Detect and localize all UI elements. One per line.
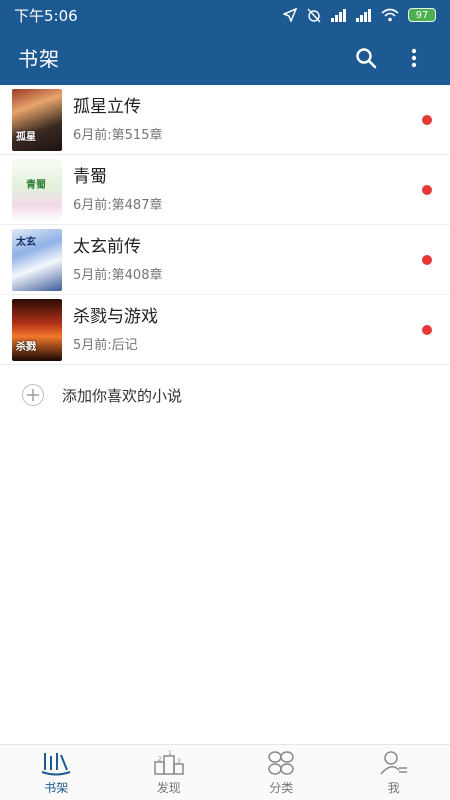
book-progress: 5月前:后记 [73,338,138,353]
status-time: 下午5:06 [14,6,78,25]
book-item[interactable]: 太玄 太玄前传 5月前:第408章 [0,225,450,295]
book-item[interactable]: 杀戮 杀戮与游戏 5月前:后记 [0,295,450,365]
app-bar: 书架 [0,30,450,85]
tab-bookshelf[interactable]: 书架 [0,745,113,800]
unread-indicator [422,185,432,195]
tab-me[interactable]: 我 [338,745,450,800]
wifi-icon [381,8,399,22]
book-list: 孤星 孤星立传 6月前:第515章 青蜀 青蜀 6月前:第487章 太玄 太玄前… [0,85,450,365]
bottom-tab-bar: 书架 1 2 3 发现 分类 我 [0,744,450,800]
unread-indicator [422,255,432,265]
book-cover-text: 杀戮 [16,341,36,353]
book-cover-text: 太玄 [16,236,36,248]
tab-category-label: 分类 [269,780,294,795]
book-info: 青蜀 6月前:第487章 [73,166,450,213]
add-book-button[interactable]: 添加你喜欢的小说 [0,365,450,425]
book-title: 太玄前传 [73,237,141,257]
tab-me-label: 我 [387,780,400,795]
profile-icon [380,750,407,774]
search-button[interactable] [348,40,384,76]
plus-circle-icon [22,384,44,406]
unread-indicator [422,115,432,125]
bookshelf-icon [41,752,71,775]
tab-discover-label: 发现 [156,780,181,795]
tab-bookshelf-label: 书架 [44,780,69,795]
book-item[interactable]: 孤星 孤星立传 6月前:第515章 [0,85,450,155]
unread-indicator [422,325,432,335]
tab-category[interactable]: 分类 [225,745,338,800]
tab-discover[interactable]: 1 2 3 发现 [113,745,226,800]
book-cover: 太玄 [12,228,62,291]
book-cover: 孤星 [12,88,62,151]
svg-text:1: 1 [168,750,172,757]
status-bar: 下午5:06 97 [0,0,450,30]
search-icon [356,47,377,68]
book-cover: 青蜀 [12,158,62,221]
signal-icon [331,8,346,22]
signal-icon-2 [356,8,371,22]
alarm-off-icon [307,8,321,23]
book-title: 青蜀 [73,167,107,187]
book-title: 杀戮与游戏 [73,307,158,327]
svg-text:3: 3 [177,758,181,765]
book-info: 孤星立传 6月前:第515章 [73,96,450,143]
book-cover-text: 孤星 [16,131,36,143]
book-item[interactable]: 青蜀 青蜀 6月前:第487章 [0,155,450,225]
book-cover-text: 青蜀 [26,179,46,191]
add-book-label: 添加你喜欢的小说 [62,386,183,405]
battery-level: 97 [415,9,429,21]
more-menu-button[interactable] [396,40,432,76]
page-title: 书架 [18,47,60,71]
book-progress: 6月前:第515章 [73,128,163,143]
book-progress: 5月前:第408章 [73,268,163,283]
location-icon [283,8,297,22]
book-cover: 杀戮 [12,298,62,361]
battery-icon: 97 [408,8,436,22]
book-info: 太玄前传 5月前:第408章 [73,236,450,283]
more-vertical-icon [411,48,417,67]
book-info: 杀戮与游戏 5月前:后记 [73,306,450,353]
plus-icon [27,389,39,401]
status-icons: 97 [283,7,436,23]
category-grid-icon [268,750,294,775]
ranking-podium-icon: 1 2 3 [154,750,184,775]
book-title: 孤星立传 [73,97,141,117]
book-progress: 6月前:第487章 [73,198,163,213]
svg-text:2: 2 [158,756,162,763]
